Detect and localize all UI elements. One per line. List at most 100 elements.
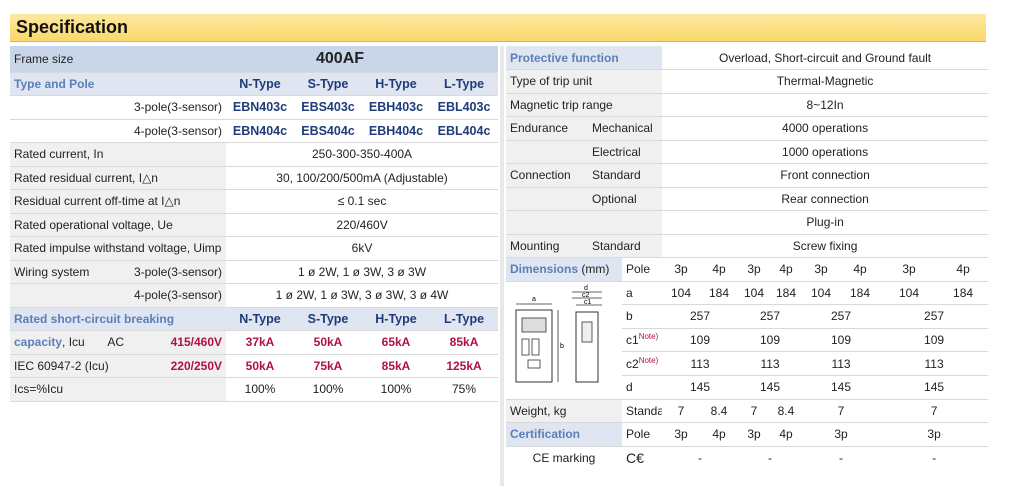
breaking-header-row: Rated short-circuit breaking N-Type S-Ty… — [10, 307, 499, 331]
mounting-row: Mounting Standard Screw fixing — [506, 234, 989, 258]
model-code: EBL404c — [430, 119, 499, 143]
certification-label: Certification — [506, 422, 622, 447]
plugin-row: Plug-in — [506, 210, 989, 235]
breaking-label: Rated short-circuit breaking — [10, 307, 226, 331]
breaker-dimension-diagram: a b d c2 c1 — [506, 281, 622, 400]
connection-opt-row: Optional Rear connection — [506, 187, 989, 211]
rated-current-value: 250-300-350-400A — [226, 142, 499, 167]
cert-pole-label: Pole — [622, 422, 663, 447]
weight-value: 8.4 — [770, 399, 803, 423]
mechanical-value: 4000 operations — [662, 116, 989, 141]
pole3-label: 3-pole(3-sensor) — [10, 95, 226, 120]
pole-header: 3p — [802, 257, 841, 282]
voltage-label: Rated operational voltage, Ue — [10, 213, 226, 237]
electrical-label: Electrical — [588, 140, 663, 164]
dim-b-value: 257 — [880, 304, 989, 329]
ac-value: 50kA — [294, 330, 362, 355]
dim-pole-label: Pole — [622, 257, 663, 282]
weight-value: 7 — [802, 399, 881, 423]
voltage-row: Rated operational voltage, Ue 220/460V — [10, 213, 499, 237]
electrical-value: 1000 operations — [662, 140, 989, 164]
diagram-label-d: d — [584, 285, 588, 292]
model-code: EBH403c — [362, 95, 430, 120]
magnetic-row: Magnetic trip range 8~12In — [506, 93, 989, 117]
voltage-value: 220/460V — [226, 213, 499, 237]
cert-pole-header: 3p — [738, 422, 771, 447]
wiring3-row: Wiring system 3-pole(3-sensor) 1 ø 2W, 1… — [10, 260, 499, 284]
residual-current-row: Rated residual current, I△n 30, 100/200/… — [10, 166, 499, 190]
dim-a-value: 184 — [938, 281, 989, 306]
rated-current-label: Rated current, In — [10, 142, 226, 167]
dim-b-label: b — [622, 304, 663, 329]
wiring3-value: 1 ø 2W, 1 ø 3W, 3 ø 3W — [226, 260, 499, 284]
ac-value: 85kA — [430, 330, 499, 355]
type-pole-label: Type and Pole — [10, 72, 226, 96]
iec-label: IEC 60947-2 (Icu) — [10, 354, 128, 378]
model-code: EBN403c — [226, 95, 294, 120]
electrical-row: Electrical 1000 operations — [506, 140, 989, 164]
dim-c2-value: 113 — [738, 351, 803, 376]
frame-size-value: 400AF — [226, 46, 499, 73]
right-spec-table: Protective function Overload, Short-circ… — [506, 46, 989, 470]
offtime-label: Residual current off-time at I△n — [10, 189, 226, 214]
iec-value: 85kA — [362, 354, 430, 378]
weight-value: 8.4 — [700, 399, 739, 423]
dim-c2-value: 113 — [880, 351, 989, 376]
impulse-value: 6kV — [226, 236, 499, 261]
dim-a-value: 104 — [662, 281, 701, 306]
ac-voltage: 415/460V — [128, 330, 226, 355]
impulse-row: Rated impulse withstand voltage, Uimp 6k… — [10, 236, 499, 261]
front-connection-value: Front connection — [662, 163, 989, 188]
page-title: Specification — [10, 14, 986, 42]
capacity-unit: , Icu — [62, 335, 85, 350]
offtime-row: Residual current off-time at I△n ≤ 0.1 s… — [10, 189, 499, 214]
dim-d-value: 145 — [802, 375, 881, 400]
dim-a-row: a b d c2 c1 a 104 184 104 184 104 184 10… — [506, 281, 989, 400]
endurance-label: Endurance — [506, 116, 588, 141]
wiring4-label: 4-pole(3-sensor) — [128, 283, 226, 308]
residual-current-value: 30, 100/200/500mA (Adjustable) — [226, 166, 499, 190]
dim-a-value: 104 — [738, 281, 771, 306]
type-header: H-Type — [362, 307, 430, 331]
dim-c2-cell: c2Note) — [622, 351, 663, 376]
impulse-label: Rated impulse withstand voltage, Uimp — [10, 236, 226, 261]
dim-b-value: 257 — [662, 304, 739, 329]
protective-value: Overload, Short-circuit and Ground fault — [662, 46, 989, 70]
wiring4-value: 1 ø 2W, 1 ø 3W, 3 ø 3W, 3 ø 4W — [226, 283, 499, 308]
diagram-label-a: a — [532, 296, 536, 303]
left-spec-table: Frame size 400AF Type and Pole N-Type S-… — [10, 46, 499, 402]
pole-header: 4p — [770, 257, 803, 282]
frame-size-row: Frame size 400AF — [10, 46, 499, 73]
ce-row: CE marking C€ - - - - — [506, 446, 988, 470]
model-code: EBS403c — [294, 95, 362, 120]
ac-value: 37kA — [226, 330, 294, 355]
connection-label: Connection — [506, 163, 588, 188]
type-header: S-Type — [294, 72, 362, 96]
dim-c1-value: 109 — [738, 328, 803, 353]
ics-value: 100% — [362, 377, 430, 402]
cert-pole-header: 3p — [802, 422, 881, 447]
dim-c1-value: 109 — [662, 328, 739, 353]
model-code: EBS404c — [294, 119, 362, 143]
ics-value: 75% — [430, 377, 499, 402]
dimension-pole-row: Dimensions (mm) Pole 3p 4p 3p 4p 3p 4p 3… — [506, 257, 989, 282]
dimensions-label: Dimensions — [510, 262, 579, 277]
dim-c1-label: c1 — [626, 333, 639, 348]
connection-std-label: Standard — [588, 163, 663, 188]
dim-c2-note: Note) — [638, 356, 659, 366]
weight-label: Weight, kg — [506, 399, 622, 423]
pole-header: 3p — [880, 257, 939, 282]
dim-d-value: 145 — [738, 375, 803, 400]
ics-label: Ics=%Icu — [10, 377, 226, 402]
magnetic-label: Magnetic trip range — [506, 93, 663, 117]
iec-row: IEC 60947-2 (Icu) 220/250V 50kA 75kA 85k… — [10, 354, 499, 378]
dim-c2-label: c2 — [626, 357, 639, 372]
protective-label: Protective function — [506, 46, 663, 70]
iec-value: 125kA — [430, 354, 499, 378]
pole-header: 4p — [840, 257, 881, 282]
dim-a-label: a — [622, 281, 663, 306]
mounting-std-label: Standard — [588, 234, 663, 258]
weight-value: 7 — [662, 399, 701, 423]
ce-value: - — [839, 451, 844, 465]
capacity-cell: capacity, Icu AC — [10, 330, 128, 355]
